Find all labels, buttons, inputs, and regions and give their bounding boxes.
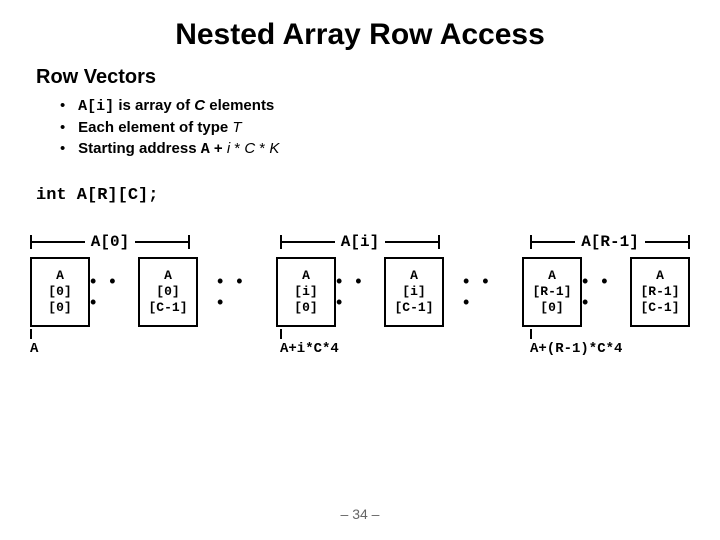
dots-icon: • • • [463, 257, 503, 327]
cell-0-c1: A [0] [C-1] [138, 257, 198, 327]
cell-i-0: A [i] [0] [276, 257, 336, 327]
dots-icon: • • • [90, 257, 138, 327]
row-labels: A[0] A[i] A[R-1] [30, 233, 690, 251]
dots-icon: • • • [582, 257, 630, 327]
bullet-2-pre: Each element of type [78, 119, 232, 136]
label-ar1: A[R-1] [530, 233, 690, 251]
label-ai: A[i] [280, 233, 440, 251]
addr-ai: A+i*C*4 [280, 331, 440, 357]
label-ar1-text: A[R-1] [575, 233, 645, 251]
dots-icon: • • • [336, 257, 384, 327]
cells: A [0] [0] • • • A [0] [C-1] • • • A [i] … [30, 257, 690, 327]
block-0: A [0] [0] • • • A [0] [C-1] [30, 257, 198, 327]
bullet-1-mid: is array of [118, 97, 194, 114]
bullet-1: • A[i] is array of C elements [60, 97, 690, 115]
bullet-1-post: elements [205, 97, 274, 114]
cell-i-c1: A [i] [C-1] [384, 257, 444, 327]
bullet-1-c: C [194, 97, 205, 114]
addr-ar1-text: A+(R-1)*C*4 [530, 341, 622, 357]
label-a0-text: A[0] [85, 233, 135, 251]
cell-0-0: A [0] [0] [30, 257, 90, 327]
bullet-3-pre: Starting address [78, 140, 201, 157]
dots-icon: • • • [217, 257, 257, 327]
cell-r1-0: A [R-1] [0] [522, 257, 582, 327]
bullet-3-star2: * [255, 140, 269, 157]
bullet-dot-icon: • [60, 119, 74, 136]
bullet-3-mid: + [210, 140, 227, 157]
addr-ar1: A+(R-1)*C*4 [530, 331, 690, 357]
label-a0: A[0] [30, 233, 190, 251]
bullet-1-code: A[i] [78, 98, 114, 115]
block-i: A [i] [0] • • • A [i] [C-1] [276, 257, 444, 327]
bullet-3-c: C [244, 140, 255, 157]
addr-a: A [30, 331, 190, 357]
cell-r1-c1: A [R-1] [C-1] [630, 257, 690, 327]
bullet-3-k: K [269, 140, 279, 157]
bullet-dot-icon: • [60, 140, 74, 157]
bullet-2: • Each element of type T [60, 119, 690, 136]
bullet-3-code: A [201, 141, 210, 158]
declaration: int A[R][C]; [36, 186, 690, 205]
bullet-dot-icon: • [60, 97, 74, 114]
page-number: – 34 – [0, 506, 720, 522]
bullet-list: • A[i] is array of C elements • Each ele… [60, 97, 690, 158]
bullet-2-t: T [232, 119, 241, 136]
block-r1: A [R-1] [0] • • • A [R-1] [C-1] [522, 257, 690, 327]
label-ai-text: A[i] [335, 233, 385, 251]
addr-ai-text: A+i*C*4 [280, 341, 339, 357]
array-diagram: A[0] A[i] A[R-1] A [0] [0] • • • A [0] [… [30, 233, 690, 357]
slide-title: Nested Array Row Access [30, 18, 690, 52]
bullet-3: • Starting address A + i * C * K [60, 140, 690, 158]
slide-subtitle: Row Vectors [36, 66, 690, 89]
bullet-3-star1: * [230, 140, 244, 157]
addr-a-text: A [30, 341, 38, 357]
addresses: A A+i*C*4 A+(R-1)*C*4 [30, 331, 690, 357]
